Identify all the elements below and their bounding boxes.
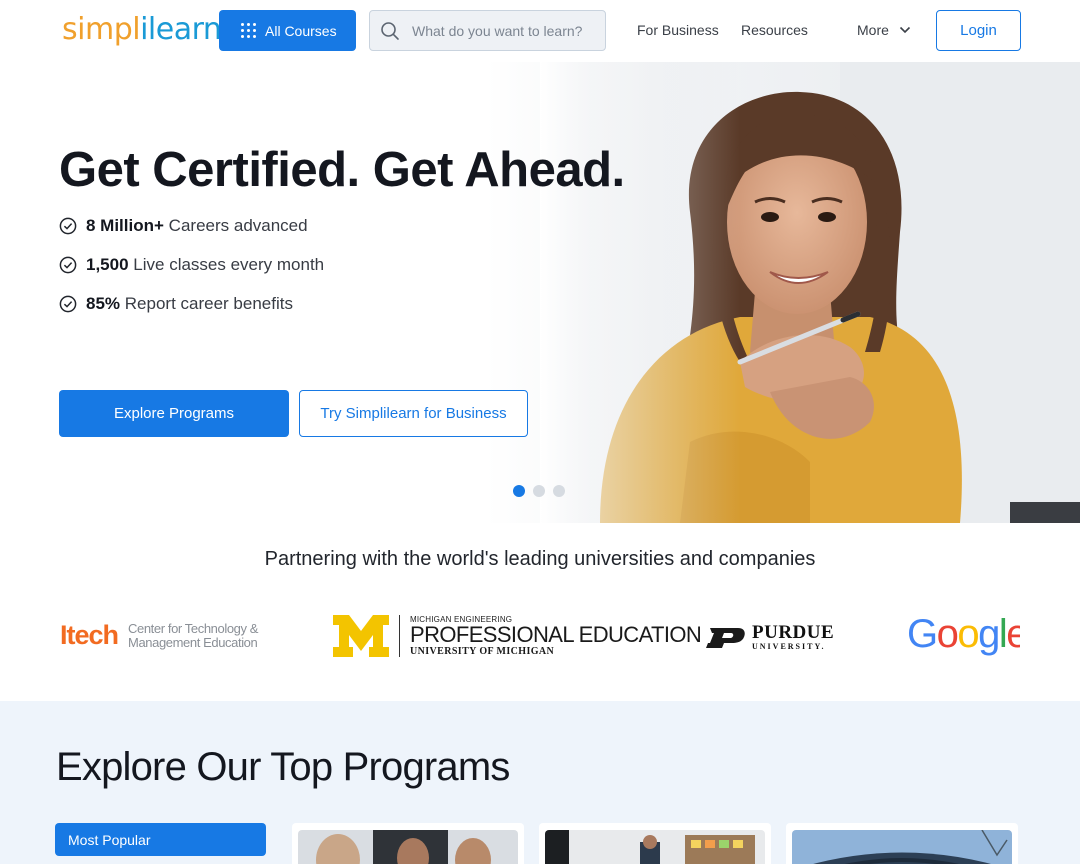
partner-logo-purdue: PURDUE UNIVERSITY. xyxy=(704,622,835,651)
program-card[interactable] xyxy=(292,823,524,864)
stat-value: 85% xyxy=(86,294,121,313)
itech-mark: Itech xyxy=(60,620,119,650)
section-title: Explore Our Top Programs xyxy=(56,745,510,789)
nav-resources[interactable]: Resources xyxy=(741,22,808,38)
explore-programs-button[interactable]: Explore Programs xyxy=(59,390,289,437)
google-letter: G xyxy=(907,612,938,656)
login-button[interactable]: Login xyxy=(936,10,1021,51)
stat-label: Live classes every month xyxy=(133,255,325,274)
program-card-image xyxy=(545,830,765,864)
stat-label: Careers advanced xyxy=(168,216,308,235)
nav-for-business[interactable]: For Business xyxy=(637,22,719,38)
partners-heading: Partnering with the world's leading univ… xyxy=(264,548,816,570)
purdue-p-logo xyxy=(706,627,745,648)
nav-more-label: More xyxy=(857,22,889,38)
hero-woman-photo xyxy=(540,62,1080,523)
stat-value: 8 Million+ xyxy=(86,216,164,235)
purdue-line2: UNIVERSITY. xyxy=(752,642,826,651)
top-navbar: simplilearn All Courses For Business Res… xyxy=(0,0,1080,62)
carousel-dot-3[interactable] xyxy=(553,485,565,497)
google-wordmark: Google xyxy=(907,612,1020,656)
stat-careers: 8 Million+ Careers advanced xyxy=(59,216,308,236)
stat-value: 1,500 xyxy=(86,255,129,274)
grid-dots-icon xyxy=(241,22,257,39)
itech-line2: Management Education xyxy=(128,634,258,650)
all-courses-button[interactable]: All Courses xyxy=(219,10,356,51)
check-circle-icon xyxy=(59,217,77,235)
hero-title: Get Certified. Get Ahead. xyxy=(59,143,625,197)
itech-line1: Center for Technology & xyxy=(128,620,259,636)
block-m-logo xyxy=(333,615,389,657)
partner-logo-google: Google xyxy=(907,612,1020,657)
tab-most-popular[interactable]: Most Popular xyxy=(55,823,266,856)
search-box[interactable] xyxy=(369,10,606,51)
search-input[interactable] xyxy=(412,22,592,39)
google-letter: e xyxy=(1006,612,1020,656)
nav-more[interactable]: More xyxy=(857,22,911,38)
stat-label: Report career benefits xyxy=(124,294,293,313)
carousel-dot-1[interactable] xyxy=(513,485,525,497)
carousel-indicators xyxy=(513,485,565,497)
check-circle-icon xyxy=(59,295,77,313)
program-card-image xyxy=(792,829,1012,864)
top-programs-section: Explore Our Top Programs Most Popular xyxy=(0,701,1080,864)
search-icon xyxy=(381,21,399,40)
try-for-business-button[interactable]: Try Simplilearn for Business xyxy=(299,390,528,437)
stat-career-benefits: 85% Report career benefits xyxy=(59,294,293,314)
partner-logo-itech: Itech Center for Technology & Management… xyxy=(60,620,258,651)
simplilearn-logo[interactable]: simplilearn xyxy=(62,12,222,47)
umich-line2: PROFESSIONAL EDUCATION xyxy=(410,622,702,647)
purdue-line1: PURDUE xyxy=(752,622,835,643)
google-letter: o xyxy=(957,612,979,656)
umich-line3: UNIVERSITY OF MICHIGAN xyxy=(410,646,555,657)
partner-logo-umich: MICHIGAN ENGINEERING PROFESSIONAL EDUCAT… xyxy=(333,615,702,657)
google-letter: g xyxy=(978,612,1000,656)
carousel-dot-2[interactable] xyxy=(533,485,545,497)
check-circle-icon xyxy=(59,256,77,274)
google-letter: o xyxy=(936,612,959,656)
chevron-down-icon xyxy=(899,26,910,34)
all-courses-label: All Courses xyxy=(265,22,337,39)
program-card[interactable] xyxy=(786,823,1018,864)
hero-banner: Get Certified. Get Ahead. 8 Million+ Car… xyxy=(0,62,1080,523)
program-card-image xyxy=(298,830,518,864)
stat-live-classes: 1,500 Live classes every month xyxy=(59,255,324,275)
program-card[interactable] xyxy=(539,823,771,864)
